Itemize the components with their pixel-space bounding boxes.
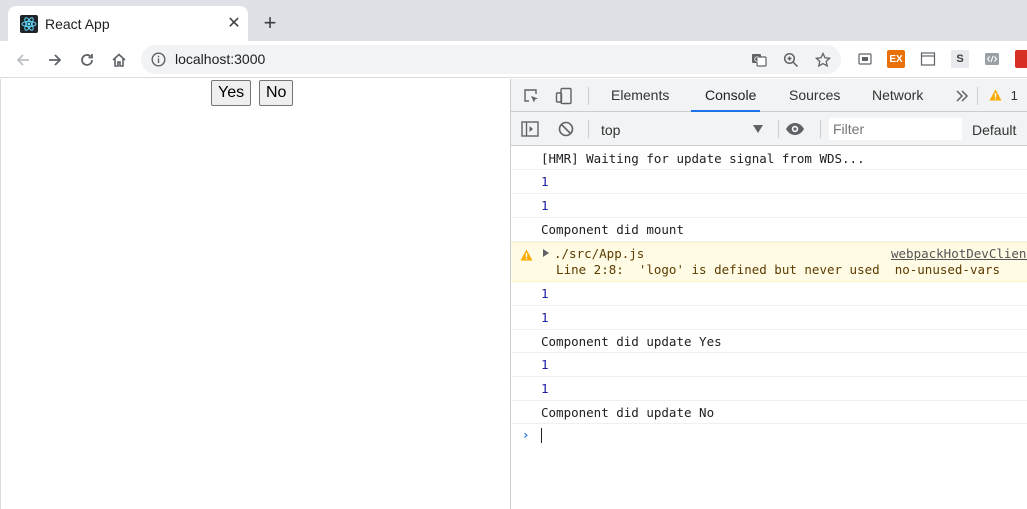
toolbar-divider <box>588 87 589 105</box>
zoom-icon[interactable] <box>782 51 800 69</box>
extension-ex-icon[interactable]: EX <box>887 50 905 68</box>
context-select[interactable]: top <box>601 121 765 139</box>
address-bar[interactable]: localhost:3000 G <box>141 45 841 74</box>
home-icon[interactable] <box>108 49 130 71</box>
tab-sources[interactable]: Sources <box>789 79 840 112</box>
forward-arrow-icon[interactable] <box>44 49 66 71</box>
tab-title: React App <box>45 16 110 32</box>
text-cursor <box>541 428 542 443</box>
console-message: 1 <box>511 170 1027 194</box>
sidebar-toggle-icon[interactable] <box>520 119 540 139</box>
source-link[interactable]: webpackHotDevClient.js <box>891 246 1027 261</box>
console-message: 1 <box>511 282 1027 306</box>
warning-count: 1 <box>1010 88 1018 103</box>
dropdown-arrow-icon <box>753 125 763 133</box>
console-message: 1 <box>511 194 1027 218</box>
back-arrow-icon[interactable] <box>12 49 34 71</box>
devtools-panel: Elements Console Sources Network 1 top F… <box>510 79 1027 509</box>
extension-s-icon[interactable]: S <box>951 50 969 68</box>
console-message: 1 <box>511 306 1027 330</box>
clear-console-icon[interactable] <box>556 119 576 139</box>
devtools-tab-bar: Elements Console Sources Network 1 <box>511 79 1027 112</box>
console-message: Component did update No <box>511 401 1027 424</box>
console-prompt[interactable]: › <box>511 424 1027 446</box>
toolbar-divider <box>778 120 779 138</box>
inspect-element-icon[interactable] <box>521 86 541 106</box>
bookmark-star-icon[interactable] <box>814 51 832 69</box>
console-warning[interactable]: ./src/App.js Line 2:8: 'logo' is defined… <box>511 242 1027 282</box>
new-tab-icon[interactable]: + <box>259 12 281 34</box>
warning-icon <box>989 89 1002 101</box>
page-viewport: Yes No <box>0 79 510 509</box>
tab-network[interactable]: Network <box>872 79 923 112</box>
console-toolbar: top Filter Default <box>511 112 1027 146</box>
yes-button[interactable]: Yes <box>211 80 252 106</box>
svg-text:G: G <box>754 56 759 64</box>
tab-elements[interactable]: Elements <box>611 79 669 112</box>
toolbar-divider <box>977 87 978 105</box>
expand-triangle-icon[interactable] <box>543 249 549 257</box>
toolbar-divider <box>588 120 589 138</box>
more-tabs-chevron-icon[interactable] <box>952 86 972 106</box>
warning-counter[interactable]: 1 <box>989 79 1018 112</box>
info-icon[interactable] <box>151 52 166 67</box>
reload-icon[interactable] <box>76 49 98 71</box>
browser-tab[interactable]: React App ✕ <box>8 6 248 41</box>
no-button[interactable]: No <box>259 80 294 106</box>
context-value: top <box>601 122 621 138</box>
prompt-chevron-icon: › <box>522 427 530 442</box>
console-message: 1 <box>511 353 1027 377</box>
extension-red-icon[interactable] <box>1015 50 1027 68</box>
extension-screenshot-icon[interactable] <box>856 50 874 68</box>
extension-code-icon[interactable] <box>983 50 1001 68</box>
toolbar-divider <box>820 120 821 138</box>
react-logo-icon <box>20 15 38 33</box>
translate-icon[interactable]: G <box>750 51 768 69</box>
console-message: Component did update Yes <box>511 330 1027 353</box>
device-toolbar-icon[interactable] <box>554 86 574 106</box>
console-messages: [HMR] Waiting for update signal from WDS… <box>511 147 1027 509</box>
live-expression-eye-icon[interactable] <box>785 119 805 139</box>
tab-strip: React App ✕ + <box>0 0 1027 41</box>
extension-window-icon[interactable] <box>919 50 937 68</box>
url-text: localhost:3000 <box>175 51 266 67</box>
log-levels-select[interactable]: Default <box>972 121 1016 139</box>
console-message: 1 <box>511 377 1027 401</box>
filter-input[interactable]: Filter <box>829 118 962 140</box>
warning-icon <box>520 249 533 261</box>
tab-console[interactable]: Console <box>691 79 760 112</box>
console-message: [HMR] Waiting for update signal from WDS… <box>511 147 1027 170</box>
close-icon[interactable]: ✕ <box>224 14 244 34</box>
console-message: Component did mount <box>511 218 1027 242</box>
